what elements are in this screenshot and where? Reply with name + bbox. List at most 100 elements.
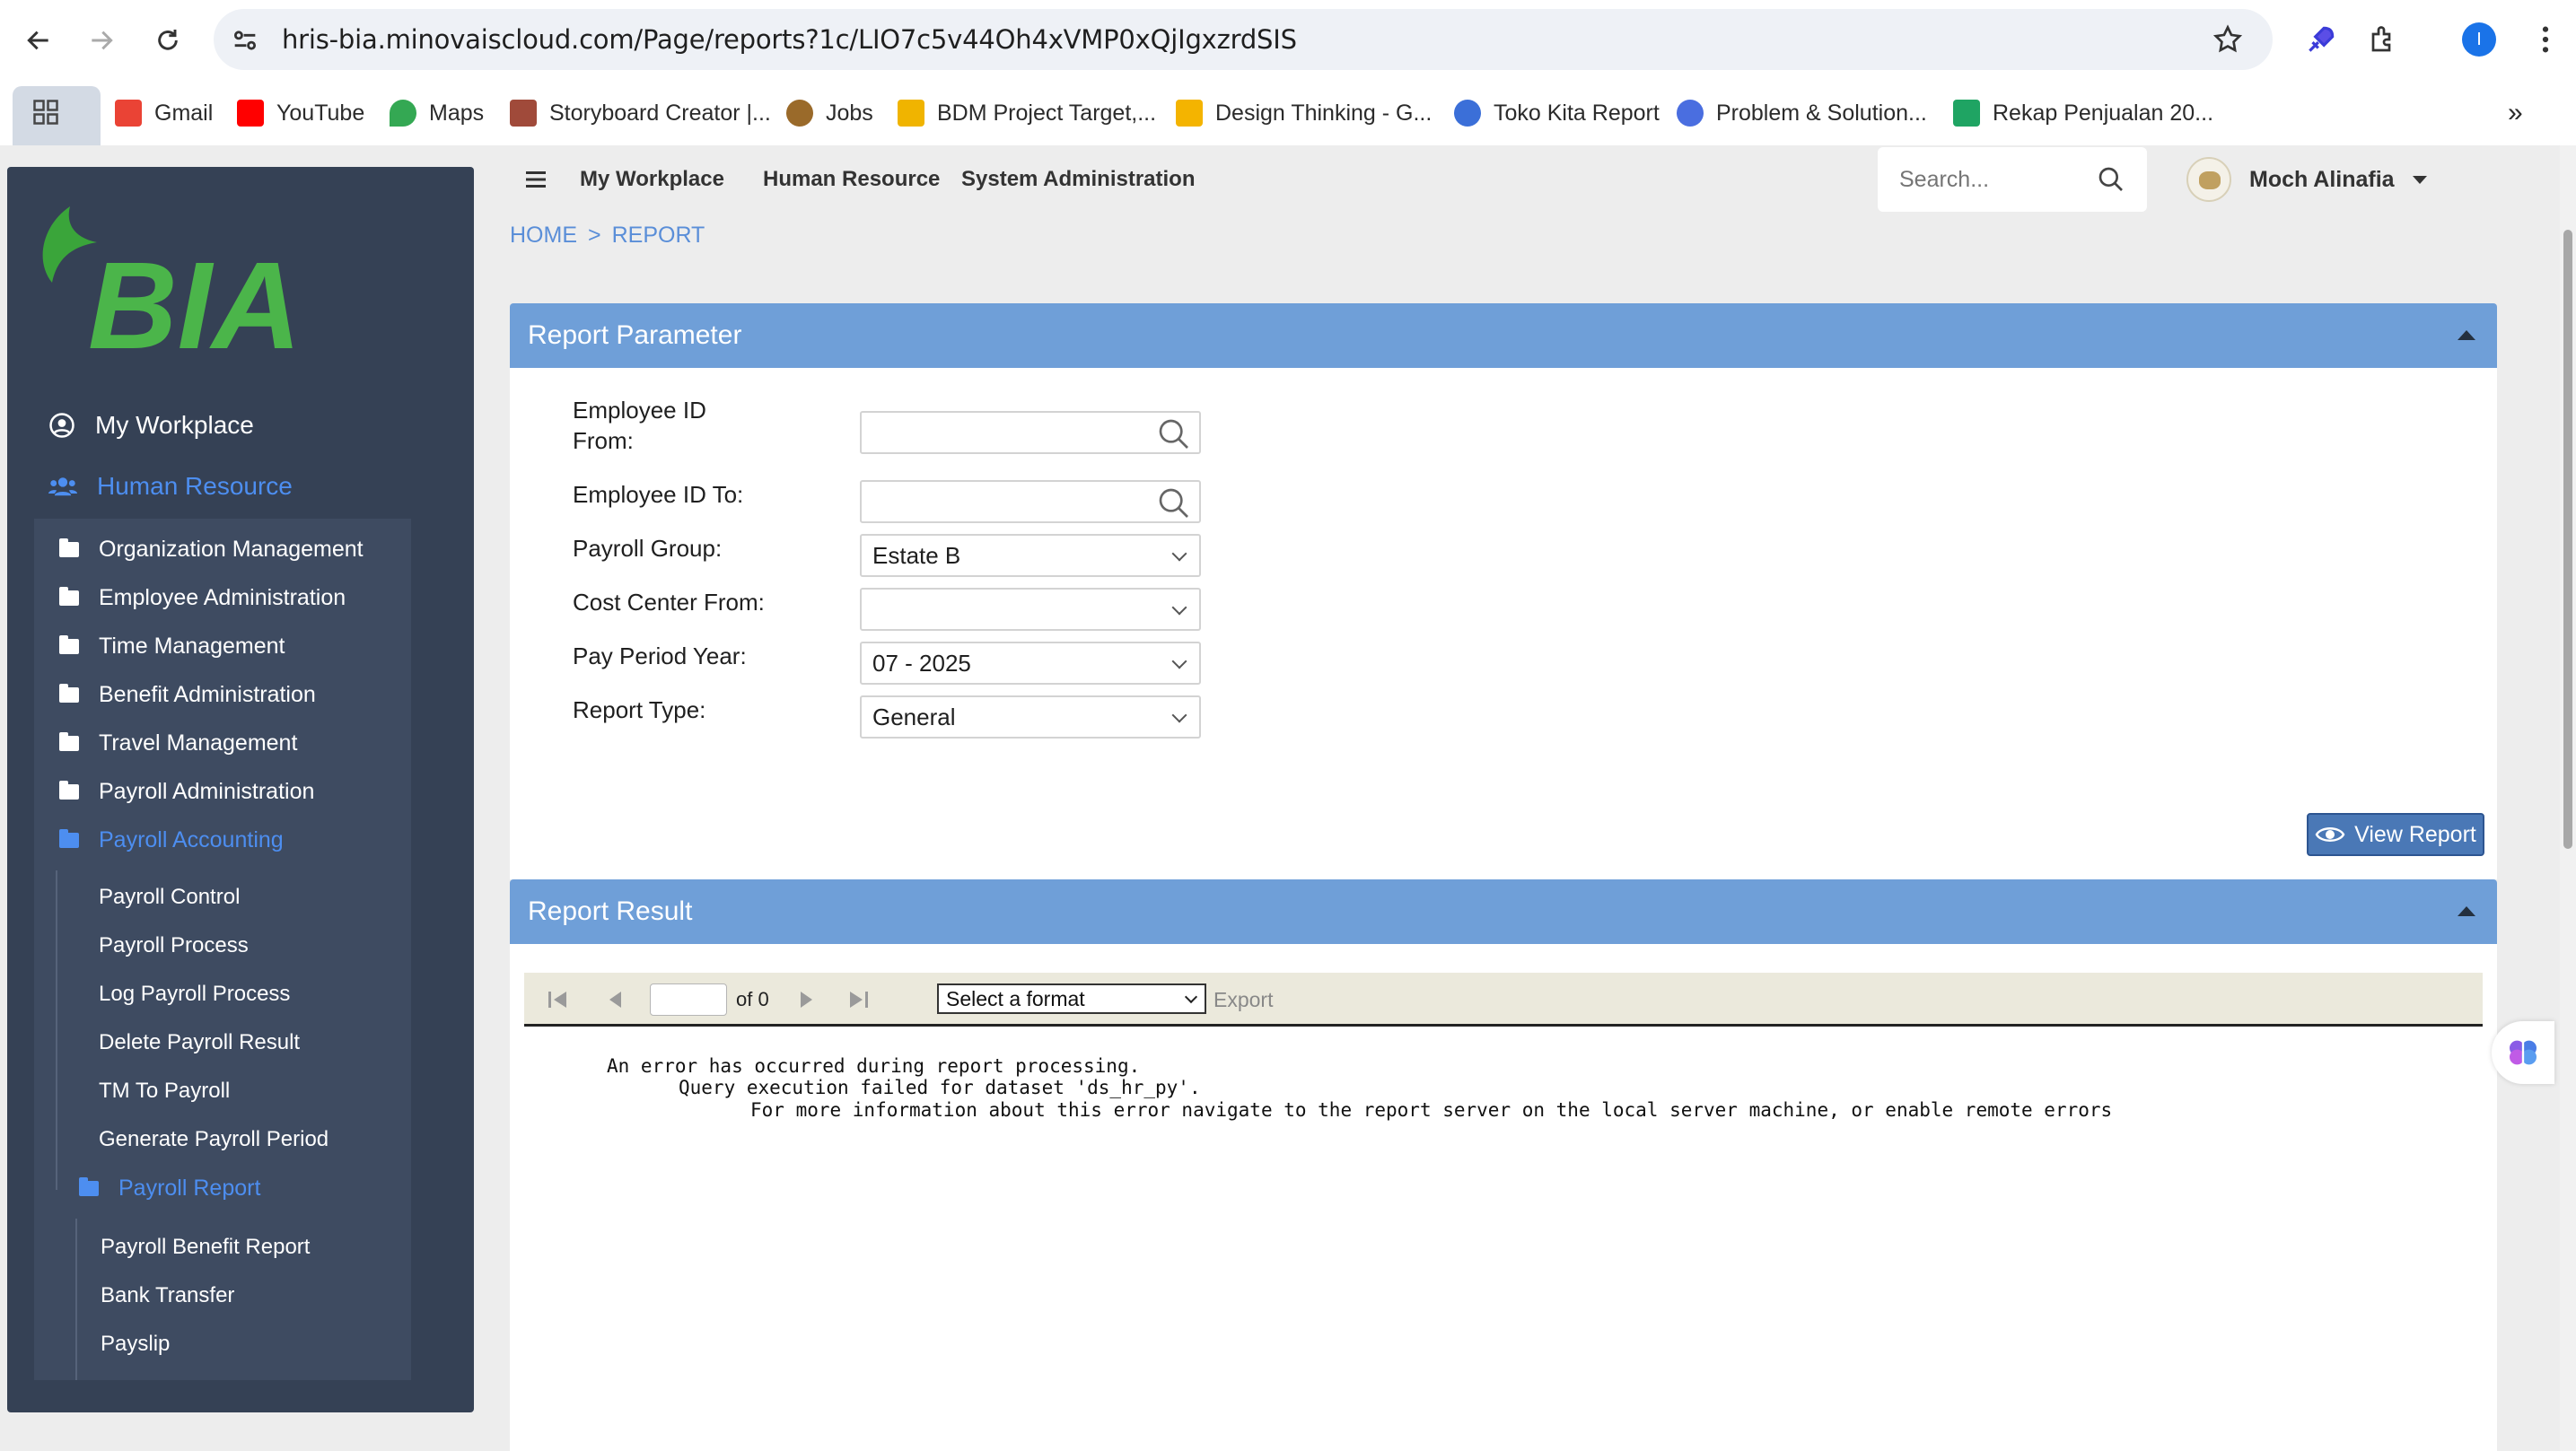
- sidebar-group-payroll-accounting[interactable]: Payroll Accounting: [59, 827, 284, 853]
- folder-icon: [59, 587, 79, 606]
- gmail-icon: [115, 100, 142, 127]
- profile-initial: I: [2462, 22, 2496, 57]
- address-bar[interactable]: hris-bia.minovaiscloud.com/Page/reports?…: [214, 9, 2273, 70]
- nav-system-administration[interactable]: System Administration: [961, 145, 1196, 214]
- chevron-down-icon: [1184, 990, 1198, 1004]
- sidebar-group-travel-management[interactable]: Travel Management: [59, 730, 297, 756]
- bookmark-storyboard[interactable]: Storyboard Creator |...: [510, 81, 771, 145]
- folder-open-icon: [79, 1177, 99, 1196]
- sidebar-group-benefit-administration[interactable]: Benefit Administration: [59, 682, 316, 708]
- bookmark-bdm[interactable]: BDM Project Target,...: [898, 81, 1156, 145]
- sidebar-item-payslip[interactable]: Payslip: [101, 1332, 170, 1357]
- bookmarks-bar: Gmail YouTube Maps Storyboard Creator |.…: [0, 81, 2576, 145]
- folder-icon: [59, 684, 79, 703]
- bookmarks-overflow-icon[interactable]: »: [2508, 81, 2523, 145]
- search-icon[interactable]: [1156, 485, 1192, 521]
- sidebar-group-payroll-administration[interactable]: Payroll Administration: [59, 779, 314, 805]
- site-settings-icon[interactable]: [230, 25, 260, 56]
- chevron-down-icon: [1171, 707, 1187, 723]
- bookmark-design-thinking[interactable]: Design Thinking - G...: [1176, 81, 1432, 145]
- sidebar-item-log-payroll-process[interactable]: Log Payroll Process: [99, 982, 290, 1007]
- previous-page-icon[interactable]: [603, 987, 628, 1012]
- url-text[interactable]: hris-bia.minovaiscloud.com/Page/reports?…: [282, 9, 1297, 70]
- chevron-down-icon: [1171, 653, 1187, 669]
- sheets-icon: [1953, 100, 1980, 127]
- sidebar-item-delete-payroll-result[interactable]: Delete Payroll Result: [99, 1030, 300, 1055]
- bookmark-rekap-penjualan[interactable]: Rekap Penjualan 20...: [1953, 81, 2213, 145]
- report-type-value: General: [872, 704, 956, 730]
- eye-icon: [2315, 827, 2345, 842]
- error-message-line: An error has occurred during report proc…: [607, 1055, 1141, 1077]
- report-result-header[interactable]: Report Result: [510, 879, 2497, 944]
- slides-icon: [1176, 100, 1203, 127]
- sidebar-item-human-resource[interactable]: Human Resource: [48, 472, 293, 501]
- export-format-value: Select a format: [946, 987, 1085, 1010]
- sidebar-item-payroll-process[interactable]: Payroll Process: [99, 933, 249, 958]
- sidebar-group-organization-management[interactable]: Organization Management: [59, 537, 364, 563]
- nav-my-workplace[interactable]: My Workplace: [580, 145, 724, 214]
- page-number-input[interactable]: [650, 983, 727, 1016]
- breadcrumb-home[interactable]: HOME: [510, 223, 577, 249]
- nav-human-resource[interactable]: Human Resource: [763, 145, 940, 214]
- ai-assistant-brain-icon[interactable]: [2492, 1021, 2554, 1084]
- employee-id-to-field[interactable]: [860, 480, 1201, 523]
- sidebar-group-time-management[interactable]: Time Management: [59, 634, 285, 660]
- bookmark-maps[interactable]: Maps: [390, 81, 484, 145]
- browser-menu-icon[interactable]: [2526, 20, 2565, 59]
- back-button[interactable]: [18, 20, 59, 61]
- sidebar-item-tm-to-payroll[interactable]: TM To Payroll: [99, 1079, 230, 1104]
- first-page-icon[interactable]: [546, 987, 571, 1012]
- payroll-group-label: Payroll Group:: [573, 535, 723, 562]
- hamburger-menu-icon[interactable]: [526, 170, 546, 188]
- payroll-group-select[interactable]: Estate B: [860, 534, 1201, 577]
- search-box: [1878, 147, 2147, 212]
- reload-button[interactable]: [147, 20, 188, 61]
- sidebar-group-employee-administration[interactable]: Employee Administration: [59, 585, 346, 611]
- report-parameter-body: [510, 368, 2497, 879]
- export-link[interactable]: Export: [1214, 973, 1273, 1027]
- last-page-icon[interactable]: [846, 987, 871, 1012]
- collapse-caret-icon[interactable]: [2458, 906, 2475, 916]
- pay-period-year-value: 07 - 2025: [872, 650, 971, 677]
- bookmark-problem-solution[interactable]: Problem & Solution...: [1677, 81, 1927, 145]
- sidebar-item-my-workplace[interactable]: My Workplace: [48, 411, 254, 440]
- user-name: Moch Alinafia: [2249, 166, 2395, 192]
- panel-title: Report Parameter: [528, 320, 742, 350]
- report-viewer-toolbar: of 0 Select a format Export: [524, 973, 2483, 1027]
- extension-rocket-icon[interactable]: [2301, 20, 2341, 59]
- sidebar-item-payroll-control[interactable]: Payroll Control: [99, 885, 240, 910]
- bookmark-gmail[interactable]: Gmail: [115, 81, 213, 145]
- folder-icon: [59, 538, 79, 557]
- panel-title: Report Result: [528, 896, 693, 926]
- chevron-down-icon: [1171, 599, 1187, 616]
- collapse-caret-icon[interactable]: [2458, 330, 2475, 340]
- report-parameter-header[interactable]: Report Parameter: [510, 303, 2497, 368]
- error-message-line: Query execution failed for dataset 'ds_h…: [679, 1077, 1201, 1098]
- pay-period-year-select[interactable]: 07 - 2025: [860, 642, 1201, 685]
- report-type-label: Report Type:: [573, 696, 706, 723]
- forward-button[interactable]: [81, 20, 122, 61]
- search-icon[interactable]: [2097, 165, 2125, 194]
- canva-icon: [1677, 100, 1704, 127]
- user-menu[interactable]: Moch Alinafia: [2186, 153, 2427, 206]
- view-report-button[interactable]: View Report: [2307, 813, 2484, 856]
- next-page-icon[interactable]: [793, 987, 819, 1012]
- search-icon[interactable]: [1156, 416, 1192, 452]
- export-format-select[interactable]: Select a format: [937, 983, 1206, 1014]
- bookmark-toko-kita[interactable]: Toko Kita Report: [1454, 81, 1660, 145]
- extensions-puzzle-icon[interactable]: [2364, 20, 2404, 59]
- employee-id-from-field[interactable]: [860, 411, 1201, 454]
- bookmark-youtube[interactable]: YouTube: [237, 81, 364, 145]
- sidebar-item-generate-payroll-period[interactable]: Generate Payroll Period: [99, 1127, 329, 1152]
- sidebar-group-payroll-report[interactable]: Payroll Report: [79, 1176, 260, 1202]
- scrollbar-thumb[interactable]: [2563, 230, 2572, 849]
- cost-center-from-select[interactable]: [860, 588, 1201, 631]
- breadcrumb: HOME > REPORT: [510, 223, 705, 249]
- report-type-select[interactable]: General: [860, 695, 1201, 739]
- search-input[interactable]: [1899, 163, 2097, 196]
- sidebar-item-bank-transfer[interactable]: Bank Transfer: [101, 1283, 234, 1308]
- sidebar-item-payroll-benefit-report[interactable]: Payroll Benefit Report: [101, 1235, 310, 1260]
- profile-avatar[interactable]: I: [2459, 20, 2499, 59]
- bookmark-jobs[interactable]: Jobs: [786, 81, 873, 145]
- star-icon[interactable]: [2212, 23, 2244, 56]
